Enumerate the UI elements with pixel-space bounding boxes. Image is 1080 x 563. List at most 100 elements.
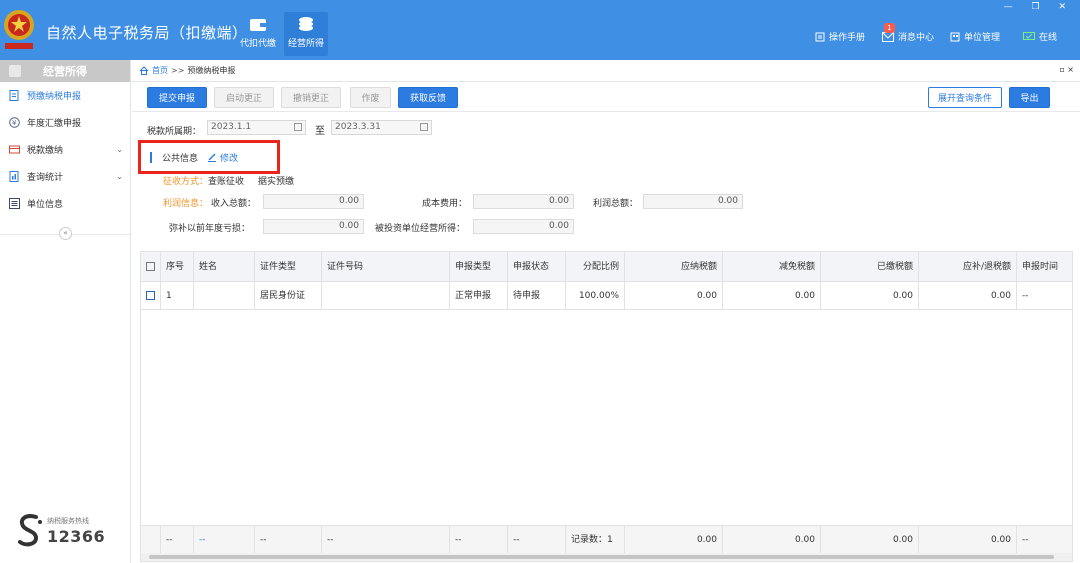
public-info-title: 公共信息 [162,154,199,164]
mail-icon [882,31,894,42]
sidebar-item-prepay-declare[interactable]: 预缴纳税申报 [0,82,130,109]
cell-id-type: 居民身份证 [255,282,322,310]
sidebar-item-label: 预缴纳税申报 [27,92,82,102]
sidebar-item-label: 查询统计 [27,173,64,183]
row-select-cell[interactable] [141,282,161,310]
sidebar-item-annual-declare[interactable]: ¥ 年度汇缴申报 [0,109,130,136]
period-start-input[interactable]: 2023.1.1 [207,120,306,135]
report-icon [9,171,19,182]
period-end-input[interactable]: 2023.3.31 [331,120,432,135]
cost-label: 成本费用： [422,199,468,209]
collection-option-audit[interactable]: 查账征收 [208,177,244,187]
col-header: 应纳税额 [625,252,723,282]
collection-option-actual[interactable]: 据实预缴 [258,177,294,187]
col-header: 姓名 [194,252,255,282]
period-end-value: 2023.3.31 [335,122,381,132]
online-status[interactable]: 在线 [1023,30,1057,43]
col-header: 申报时间 [1022,262,1059,272]
col-header: 分配比例 [566,252,625,282]
home-icon [139,66,149,75]
sidebar-header: 经营所得 [0,60,130,82]
footer-cell: -- [508,526,566,554]
main-content: 首页 >> 预缴纳税申报 ▫ × 提交申报 启动更正 撤销更正 作废 获取反馈 … [132,60,1080,563]
footer-tax-relief: 0.00 [723,526,821,554]
svg-text:¥: ¥ [12,119,17,127]
calendar-icon[interactable] [294,123,302,131]
wallet-icon [250,19,266,31]
panel-controls[interactable]: ▫ × [1059,65,1074,74]
record-count: 记录数：1 [566,526,625,554]
public-info-section: 公共信息 修改 [150,151,238,164]
income-input[interactable]: 0.00 [263,194,364,209]
col-header: 减免税额 [723,252,821,282]
app-title: 自然人电子税务局（扣缴端） [46,24,248,42]
calendar-icon[interactable] [420,123,428,131]
building-icon [950,32,960,41]
footer-cell: -- [161,526,194,554]
footer-time: -- [1022,535,1029,545]
row-checkbox[interactable] [146,291,155,300]
section-marker [150,152,152,163]
sidebar-header-label: 经营所得 [43,65,87,78]
table-header: 序号 姓名 证件类型 证件号码 申报类型 申报状态 分配比例 应纳税额 减免税额… [141,252,1072,282]
expand-query-button[interactable]: 展开查询条件 [928,87,1002,108]
sidebar-item-unit-info[interactable]: 单位信息 [0,190,130,217]
footer-tax-payable: 0.00 [625,526,723,554]
window-controls[interactable]: — ❐ ✕ [1004,2,1074,12]
hotline-number: 12366 [47,527,106,546]
scrollbar-thumb[interactable] [149,555,1054,559]
submit-declare-button[interactable]: 提交申报 [147,87,207,108]
sidebar: 经营所得 预缴纳税申报 ¥ 年度汇缴申报 税款缴纳 ⌄ 查询统计 ⌄ 单位信息 … [0,60,131,563]
manual-link[interactable]: 操作手册 [815,30,865,43]
cell-tax-diff: 0.00 [919,282,1017,310]
col-header: 应补/退税额 [919,252,1017,282]
get-feedback-button[interactable]: 获取反馈 [398,87,458,108]
yuan-icon: ¥ [9,117,20,128]
tab-withholding-label: 代扣代缴 [239,39,276,49]
cell-ratio: 100.00% [566,282,625,310]
invested-unit-income-label: 被投资单位经营所得： [375,224,466,234]
void-button[interactable]: 作废 [350,87,391,108]
table-row[interactable]: 1 居民身份证 正常申报 待申报 100.00% 0.00 0.00 0.00 … [141,282,1072,310]
horizontal-scrollbar[interactable] [141,553,1072,561]
chevron-down-icon: ⌄ [116,145,123,154]
edit-public-info-link[interactable]: 修改 [207,151,238,164]
select-all-cell[interactable] [141,252,161,282]
module-icon [9,65,21,77]
cell-tax-relief: 0.00 [723,282,821,310]
cell-name [194,282,255,310]
loss-offset-label: 弥补以前年度亏损： [169,224,251,234]
invested-unit-income-input[interactable]: 0.00 [473,219,574,234]
sidebar-item-tax-payment[interactable]: 税款缴纳 ⌄ [0,136,130,163]
manual-label: 操作手册 [829,33,866,43]
cell-declare-type: 正常申报 [450,282,508,310]
hotline: 纳税服务热线 12366 [16,514,126,550]
profit-total-input[interactable]: 0.00 [643,194,743,209]
breadcrumb-home-link[interactable]: 首页 [152,65,168,76]
col-header: 序号 [161,252,194,282]
profit-info-label: 利润信息： [163,199,209,209]
tab-business-income-label: 经营所得 [287,39,324,49]
period-start-value: 2023.1.1 [211,122,252,132]
collapse-sidebar-button[interactable]: « [59,227,72,240]
cell-status: 待申报 [508,282,566,310]
breadcrumb: 首页 >> 预缴纳税申报 ▫ × [132,60,1080,82]
tab-withholding[interactable]: 代扣代缴 [236,12,280,56]
start-correction-button[interactable]: 启动更正 [214,87,274,108]
tab-business-income[interactable]: 经营所得 [284,12,328,56]
cost-input[interactable]: 0.00 [473,194,574,209]
tax-emblem-icon [4,10,34,49]
sidebar-item-label: 税款缴纳 [27,146,64,156]
col-header: 申报类型 [450,252,508,282]
hotline-logo-icon [18,514,42,547]
toolbar: 提交申报 启动更正 撤销更正 作废 获取反馈 展开查询条件 导出 [132,82,1080,112]
message-center-label: 消息中心 [898,33,935,43]
unit-management-link[interactable]: 单位管理 [950,30,1000,43]
sidebar-item-query-stats[interactable]: 查询统计 ⌄ [0,163,130,190]
loss-offset-input[interactable]: 0.00 [263,219,364,234]
footer-tax-diff: 0.00 [919,526,1017,554]
export-button[interactable]: 导出 [1009,87,1050,108]
cancel-correction-button[interactable]: 撤销更正 [281,87,341,108]
select-all-checkbox[interactable] [146,262,155,271]
coins-icon [299,17,313,31]
